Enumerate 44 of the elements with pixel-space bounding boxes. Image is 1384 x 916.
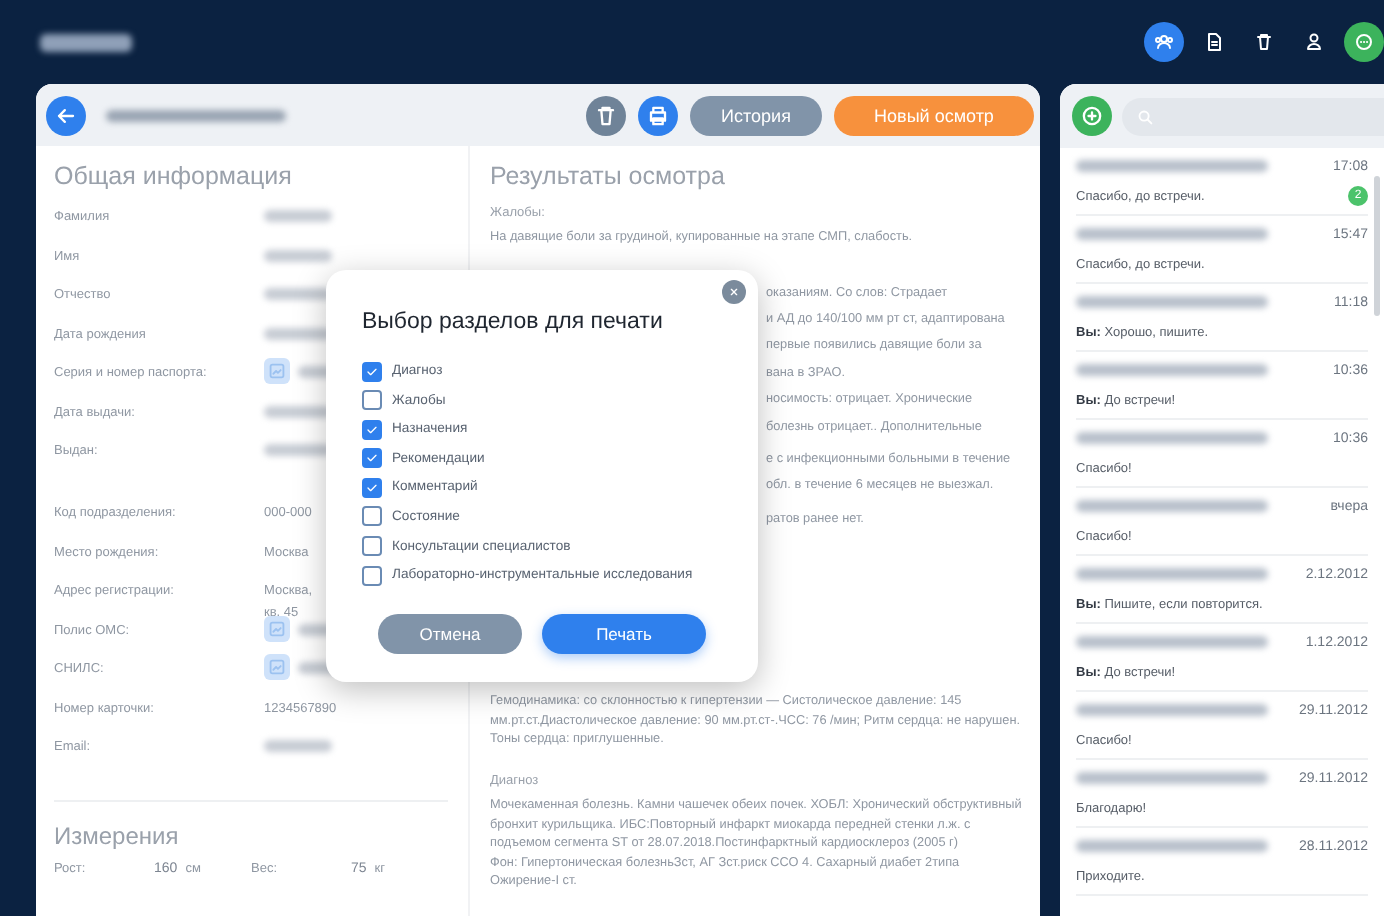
document-icon [1202,30,1226,54]
checkbox[interactable] [362,419,382,440]
image-icon [266,617,288,639]
people-icon [1152,30,1176,54]
search-field[interactable] [1122,97,1384,135]
print-button[interactable]: Печать [542,614,706,655]
chat-bubble-icon [1352,30,1376,54]
delete-button[interactable] [586,95,626,135]
trash-icon [1252,30,1276,54]
blurred-text [264,444,332,456]
checkbox[interactable] [362,565,382,586]
printer-icon [644,101,672,129]
blurred-text [264,288,332,300]
back-button[interactable] [46,95,86,135]
image-icon [266,656,288,678]
blurred-text [264,740,332,752]
checkbox[interactable] [362,448,382,469]
print-button[interactable] [638,95,678,135]
checkbox[interactable] [362,361,382,381]
search-icon [1134,105,1156,127]
blurred-logo [40,33,132,51]
checkbox[interactable] [362,536,382,557]
dialog-title: Выбор разделов для печати [362,310,665,334]
close-icon [726,284,742,300]
section-title: Общая информация [54,162,294,190]
plus-icon [1078,102,1106,130]
close-button[interactable] [722,280,746,304]
blurred-text [264,210,332,222]
section-title: Измерения [54,821,181,849]
checkbox[interactable] [362,506,382,527]
checkbox[interactable] [362,390,382,411]
blurred-text [264,405,332,417]
trash-icon [592,101,620,129]
scrollbar[interactable] [1374,176,1380,316]
checkbox[interactable] [362,477,382,498]
add-chat-button[interactable] [1072,96,1112,136]
section-title: Результаты осмотра [490,162,727,190]
blurred-text [264,327,332,339]
checkmark-icon [364,363,380,379]
blurred-text [264,249,332,261]
nav-button[interactable] [1144,22,1184,62]
nav-button[interactable] [1344,22,1384,62]
image-icon [266,360,288,382]
person-icon [1302,30,1326,54]
